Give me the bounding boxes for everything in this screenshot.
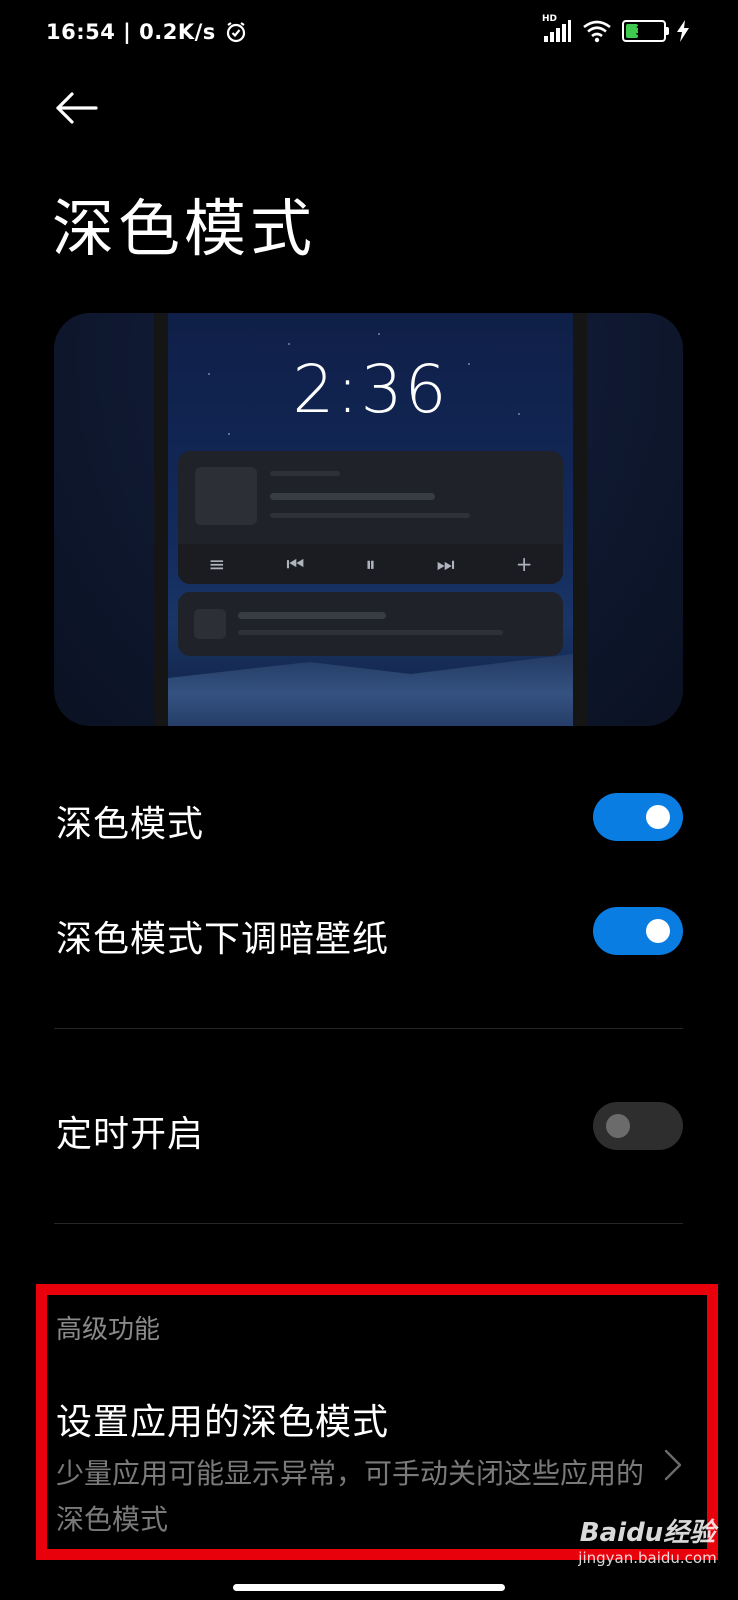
dark-mode-label: 深色模式 bbox=[56, 804, 205, 845]
toggle-knob bbox=[646, 805, 670, 829]
watermark-logo: Baidu经验 bbox=[579, 1518, 716, 1548]
scheduled-toggle[interactable] bbox=[593, 1102, 683, 1150]
divider bbox=[54, 1028, 683, 1029]
preview-phone: 2:36 ≡ ⏮ ⏸ ⏭ + bbox=[154, 313, 587, 726]
preview-clock: 2:36 bbox=[292, 351, 449, 428]
notification-icon-placeholder bbox=[194, 609, 226, 639]
page-title: 深色模式 bbox=[52, 192, 317, 265]
battery-icon: 32 bbox=[622, 20, 669, 42]
album-art-placeholder bbox=[195, 467, 257, 525]
baidu-watermark: Baidu经验 jingyan.baidu.com bbox=[565, 1512, 730, 1567]
scheduled-label: 定时开启 bbox=[56, 1114, 205, 1155]
battery-level: 32 bbox=[635, 24, 653, 38]
signal-indicator: HD bbox=[542, 14, 572, 44]
media-controls: ≡ ⏮ ⏸ ⏭ + bbox=[178, 544, 563, 584]
toggle-knob bbox=[646, 919, 670, 943]
watermark-url: jingyan.baidu.com bbox=[578, 1549, 717, 1567]
preview-notification bbox=[178, 592, 563, 656]
back-button[interactable] bbox=[54, 88, 104, 128]
wifi-icon bbox=[583, 20, 611, 43]
signal-icon bbox=[544, 20, 571, 42]
status-bar-left: 16:54 | 0.2K/s bbox=[46, 20, 248, 44]
dark-mode-toggle[interactable] bbox=[593, 793, 683, 841]
back-arrow-icon bbox=[56, 92, 98, 124]
preview-media-notification: ≡ ⏮ ⏸ ⏭ + bbox=[178, 451, 563, 584]
status-bar-right: HD 32 bbox=[542, 14, 690, 44]
alarm-icon bbox=[226, 22, 245, 43]
next-icon: ⏭ bbox=[436, 552, 455, 576]
dark-mode-preview: 2:36 ≡ ⏮ ⏸ ⏭ + bbox=[54, 313, 683, 726]
pause-icon: ⏸ bbox=[365, 552, 376, 576]
plus-icon: + bbox=[515, 552, 533, 576]
home-indicator[interactable] bbox=[233, 1584, 505, 1591]
toggle-knob bbox=[606, 1114, 630, 1138]
preview-landscape bbox=[168, 654, 573, 726]
charging-icon bbox=[677, 20, 689, 42]
previous-icon: ⏮ bbox=[286, 552, 305, 576]
playlist-icon: ≡ bbox=[208, 552, 226, 576]
dim-wallpaper-label: 深色模式下调暗壁纸 bbox=[56, 919, 390, 960]
status-time-speed: 16:54 | 0.2K/s bbox=[46, 20, 216, 44]
divider bbox=[54, 1223, 683, 1224]
dim-wallpaper-toggle[interactable] bbox=[593, 907, 683, 955]
